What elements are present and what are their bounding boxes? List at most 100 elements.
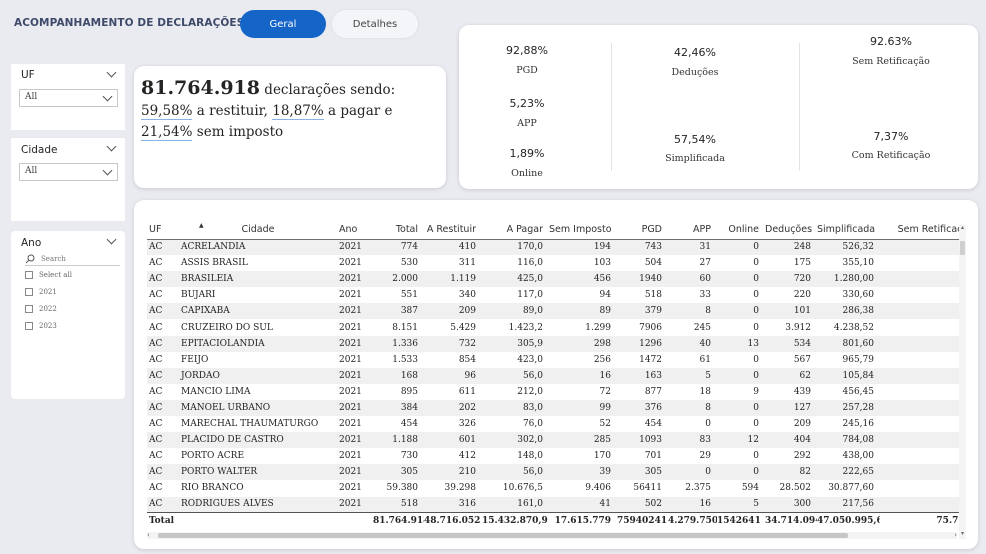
ano-option-2022[interactable]: 2022 bbox=[25, 305, 57, 313]
tab-geral[interactable]: Geral bbox=[240, 10, 326, 38]
horizontal-scrollbar-thumb[interactable] bbox=[158, 533, 848, 538]
checkbox[interactable] bbox=[25, 305, 33, 313]
table-cell: 305 bbox=[617, 464, 668, 481]
table-cell: 1. bbox=[880, 335, 963, 352]
table-cell: 39.298 bbox=[444, 483, 477, 494]
table-cell: 10.676,5 bbox=[502, 483, 543, 494]
chevron-down-icon[interactable] bbox=[106, 234, 117, 245]
scroll-left-icon[interactable]: ‹ bbox=[147, 531, 150, 539]
table-cell: 1. bbox=[880, 352, 963, 368]
ano-search[interactable]: Search bbox=[25, 252, 120, 266]
table-row[interactable]: AC CAPIXABA 2021 387 209 89,0 89 379 8 0 101 286,38 bbox=[147, 303, 963, 320]
table-cell: 0 bbox=[717, 399, 765, 417]
column-header[interactable]: Total bbox=[373, 220, 424, 239]
scroll-up-icon[interactable]: ▴ bbox=[959, 225, 966, 231]
column-header[interactable]: Cidade bbox=[179, 220, 337, 239]
table-cell: 384 bbox=[373, 399, 424, 417]
column-header[interactable]: PGD bbox=[617, 220, 668, 239]
vertical-scrollbar-thumb[interactable] bbox=[960, 241, 965, 255]
column-header[interactable]: Simplificada bbox=[817, 220, 880, 239]
table-cell: 0 bbox=[753, 451, 759, 462]
table-cell: 285 bbox=[549, 432, 617, 449]
table-cell: 2021 bbox=[339, 386, 362, 397]
column-header[interactable]: Sem Imposto bbox=[549, 220, 617, 239]
table-cell: 2021 bbox=[339, 451, 362, 462]
table-cell: 1093 bbox=[617, 432, 668, 449]
horizontal-scrollbar[interactable]: ‹ › bbox=[147, 531, 957, 539]
table-row[interactable]: AC MANCIO LIMA 2021 895 611 212,0 72 877 18 9 439 4… bbox=[147, 384, 963, 400]
table-row[interactable]: AC MARECHAL THAUMATURGO 2021 454 326 76,0 52 45… bbox=[147, 416, 963, 432]
column-header[interactable]: Ano bbox=[337, 220, 373, 239]
table-cell: 220 bbox=[793, 290, 811, 301]
table-cell: 5 bbox=[717, 496, 765, 513]
table-cell: EPITACIOLANDIA bbox=[179, 335, 337, 352]
uf-slicer-title: UF bbox=[21, 69, 35, 81]
column-header[interactable]: A Pagar bbox=[482, 220, 549, 239]
checkbox[interactable] bbox=[25, 271, 33, 279]
column-header[interactable]: APP bbox=[668, 220, 717, 239]
vertical-scrollbar[interactable]: ▴ ▾ bbox=[959, 225, 966, 539]
table-cell: 743 bbox=[617, 239, 668, 256]
scroll-down-icon[interactable]: ▾ bbox=[959, 531, 966, 537]
cidade-dropdown[interactable]: All bbox=[19, 163, 118, 181]
column-header[interactable]: A Restituir bbox=[424, 220, 482, 239]
table-cell: 248 bbox=[765, 239, 817, 256]
table-cell: 701 bbox=[644, 451, 662, 462]
table-cell: 316 bbox=[424, 496, 482, 513]
checkbox[interactable] bbox=[25, 322, 33, 330]
cidade-dropdown-value: All bbox=[25, 166, 38, 176]
table-row[interactable]: AC ACRELANDIA 2021 774 410 170,0 194 743 31 0 248 5… bbox=[147, 239, 963, 256]
table-cell: 62 bbox=[765, 367, 817, 384]
table-row[interactable]: AC PORTO WALTER 2021 305 210 56,0 39 305 0 0 82 222… bbox=[147, 464, 963, 481]
table-row[interactable]: AC CRUZEIRO DO SUL 2021 8.151 5.429 1.423,2 1.… bbox=[147, 319, 963, 335]
column-header[interactable]: Deduções bbox=[765, 220, 817, 239]
table-row[interactable]: AC EPITACIOLANDIA 2021 1.336 732 305,9 298 1296… bbox=[147, 335, 963, 352]
table-cell: 0 bbox=[668, 464, 717, 481]
scroll-right-icon[interactable]: › bbox=[954, 531, 957, 539]
table-cell: 1.533 bbox=[392, 354, 418, 365]
table-cell: 286,38 bbox=[817, 303, 880, 320]
ano-option-select-all[interactable]: Select all bbox=[25, 271, 72, 279]
column-header[interactable]: Sem Retificação bbox=[880, 220, 963, 239]
table-row[interactable]: AC BUJARI 2021 551 340 117,0 94 518 33 0 220 330,60 bbox=[147, 287, 963, 303]
chevron-down-icon[interactable] bbox=[106, 67, 117, 78]
table-row[interactable]: AC RODRIGUES ALVES 2021 518 316 161,0 41 502 16 5… bbox=[147, 496, 963, 513]
table-row[interactable]: AC FEIJO 2021 1.533 854 423,0 256 1472 61 0 567 965… bbox=[147, 352, 963, 368]
ano-option-2021[interactable]: 2021 bbox=[25, 288, 57, 296]
table-cell: 163 bbox=[617, 367, 668, 384]
total-cell: 17.615.779 bbox=[549, 512, 617, 529]
table-cell: ASSIS BRASIL bbox=[181, 258, 248, 269]
table-row[interactable]: AC ASSIS BRASIL 2021 530 311 116,0 103 504 27 0 17… bbox=[147, 255, 963, 271]
uf-dropdown[interactable]: All bbox=[19, 89, 118, 107]
column-header[interactable]: Online bbox=[717, 220, 765, 239]
chevron-down-icon bbox=[102, 91, 113, 102]
tab-detalhes[interactable]: Detalhes bbox=[332, 10, 418, 38]
table-cell: 217,56 bbox=[817, 496, 880, 513]
table-cell: 0 bbox=[717, 239, 765, 256]
table-row[interactable]: AC JORDAO 2021 168 96 56,0 16 163 5 0 62 105,84 bbox=[147, 367, 963, 384]
chevron-down-icon[interactable] bbox=[106, 141, 117, 152]
table-cell: 298 bbox=[549, 335, 617, 352]
table-row[interactable]: AC RIO BRANCO 2021 59.380 39.298 10.676,5 9.40… bbox=[147, 480, 963, 496]
table-row[interactable]: AC BRASILEIA 2021 2.000 1.119 425,0 456 1940 60 0… bbox=[147, 271, 963, 288]
table-row[interactable]: AC PORTO ACRE 2021 730 412 148,0 170 701 29 0 292 4… bbox=[147, 448, 963, 464]
table-cell: 8.151 bbox=[392, 322, 418, 333]
kpi-pgd-label: PGD bbox=[516, 65, 538, 76]
table-cell: 39 bbox=[549, 464, 617, 481]
table-cell: 423,0 bbox=[517, 354, 543, 365]
table-cell: 56,0 bbox=[482, 464, 549, 481]
table-cell: 99 bbox=[549, 399, 617, 417]
table-row[interactable]: AC MANOEL URBANO 2021 384 202 83,0 99 376 8 0 127 2… bbox=[147, 399, 963, 417]
total-cell bbox=[337, 512, 373, 529]
table-cell: 245,16 bbox=[842, 419, 875, 430]
table-cell: 355,10 bbox=[842, 258, 875, 269]
ano-option-2023[interactable]: 2023 bbox=[25, 322, 57, 330]
table-row[interactable]: AC PLACIDO DE CASTRO 2021 1.188 601 302,0 285 1… bbox=[147, 432, 963, 449]
pct-sem-imposto: 21,54% bbox=[141, 124, 193, 141]
checkbox[interactable] bbox=[25, 288, 33, 296]
table-cell: 257,28 bbox=[817, 399, 880, 417]
column-header[interactable]: UF bbox=[147, 220, 179, 239]
table-cell: MANOEL URBANO bbox=[179, 399, 337, 417]
table-cell: AC bbox=[149, 290, 163, 301]
ano-slicer: Ano Search Select all 2021 2022 2023 bbox=[11, 231, 125, 399]
